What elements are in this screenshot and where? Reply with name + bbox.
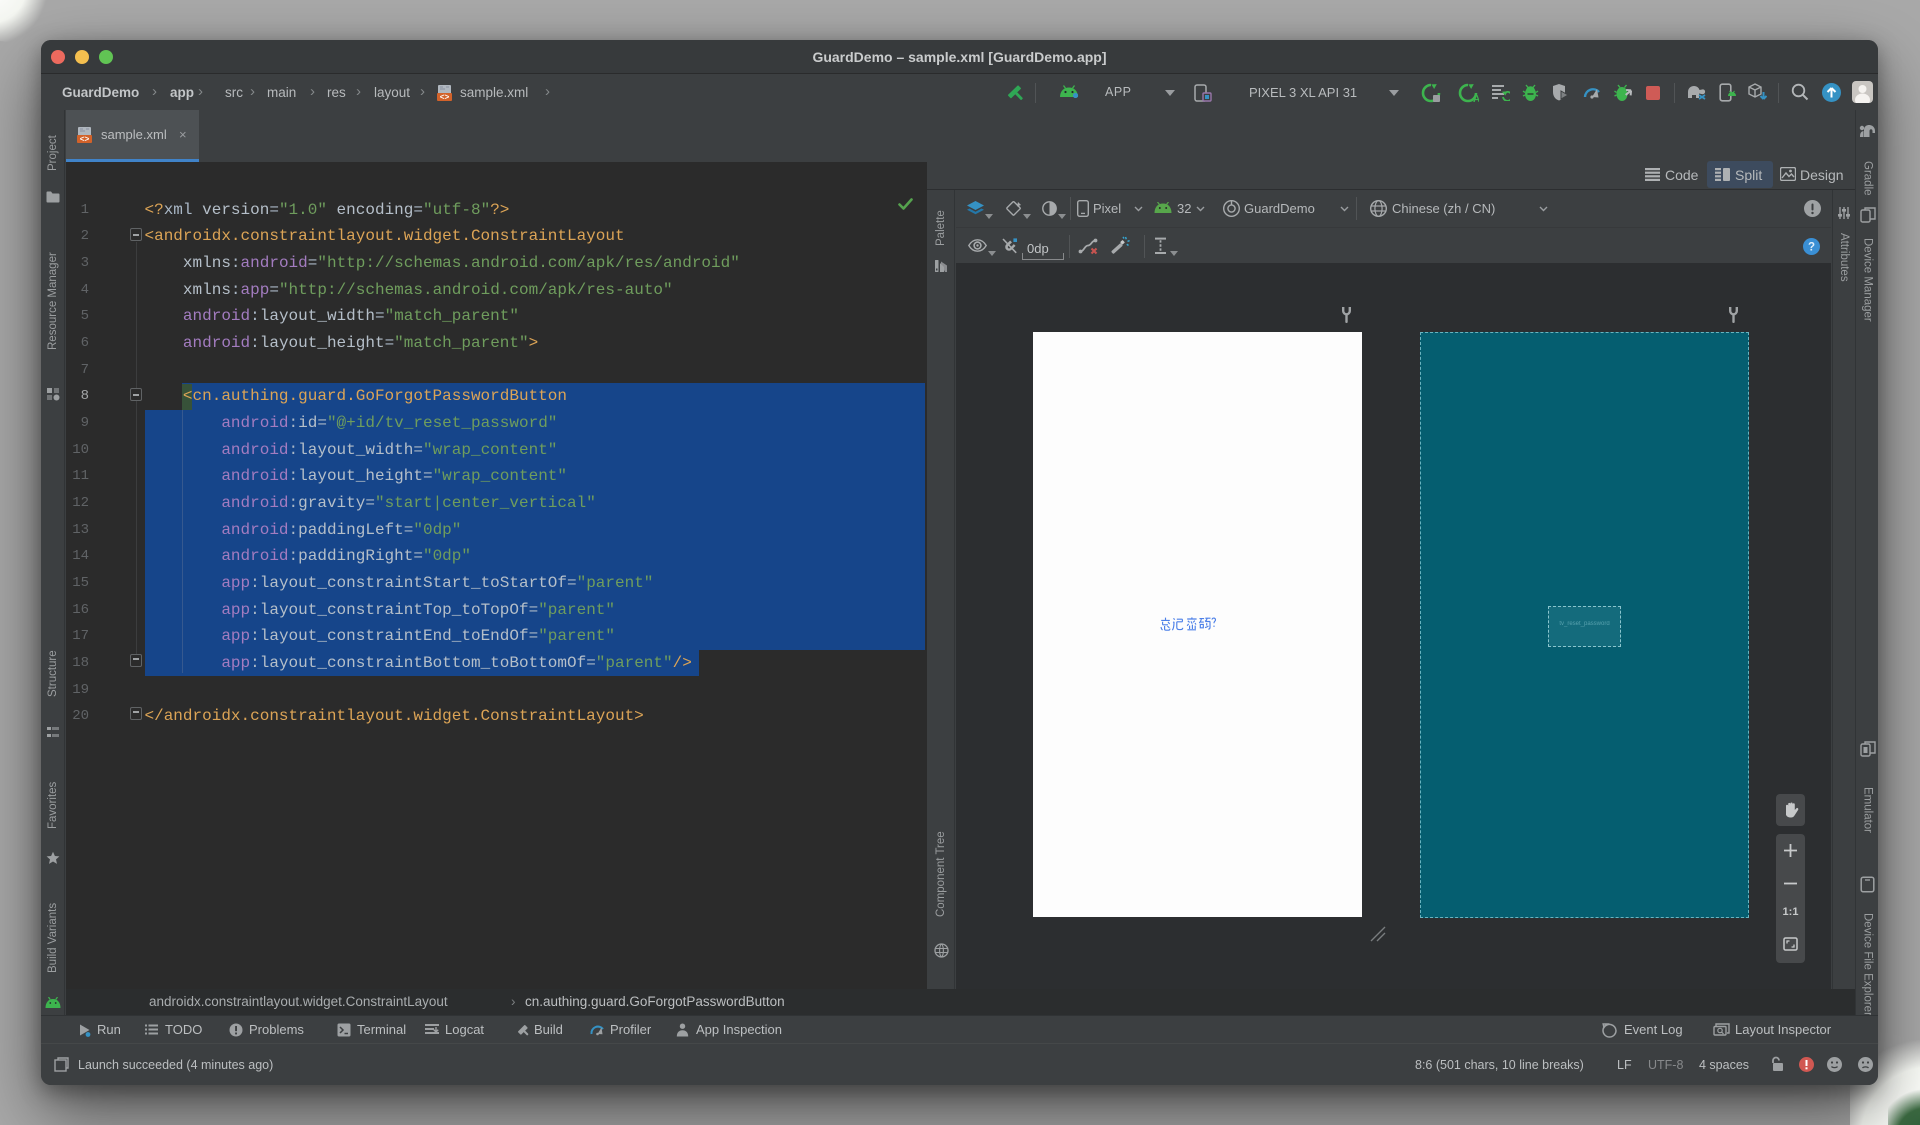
svg-text:?: ?: [1808, 242, 1815, 254]
svg-text:A: A: [1473, 94, 1479, 103]
svg-text:<>: <>: [80, 136, 90, 144]
svg-text:<>: <>: [440, 94, 450, 102]
